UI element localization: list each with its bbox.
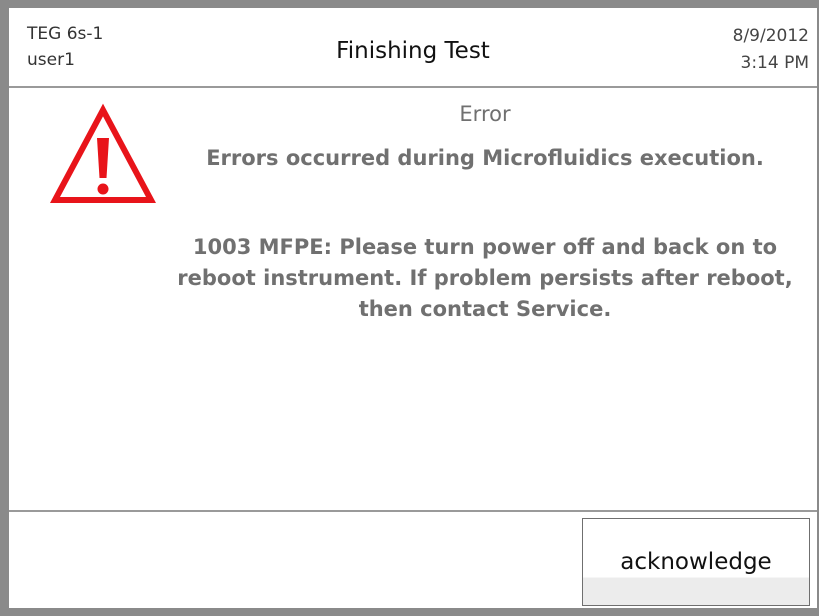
error-summary: Errors occurred during Microfluidics exe…	[206, 146, 764, 170]
error-detail-line: 1003 MFPE: Please turn power off and bac…	[192, 235, 778, 259]
error-detail-line: then contact Service.	[358, 297, 612, 321]
acknowledge-button[interactable]: acknowledge	[582, 518, 810, 606]
header-date: 8/9/2012	[732, 26, 809, 46]
error-message-panel: Error Errors occurred during Microfluidi…	[9, 88, 817, 510]
footer-bar: acknowledge	[9, 510, 817, 608]
error-detail: 1003 MFPE: Please turn power off and bac…	[159, 232, 811, 325]
error-heading: Error	[459, 102, 511, 126]
warning-triangle-icon	[50, 103, 156, 203]
header-bar: TEG 6s-1 user1 Finishing Test 8/9/2012 3…	[9, 8, 817, 88]
error-detail-line: reboot instrument. If problem persists a…	[177, 266, 793, 290]
instrument-screen: TEG 6s-1 user1 Finishing Test 8/9/2012 3…	[9, 8, 817, 608]
screen-title: Finishing Test	[336, 38, 490, 64]
header-time: 3:14 PM	[740, 53, 810, 73]
